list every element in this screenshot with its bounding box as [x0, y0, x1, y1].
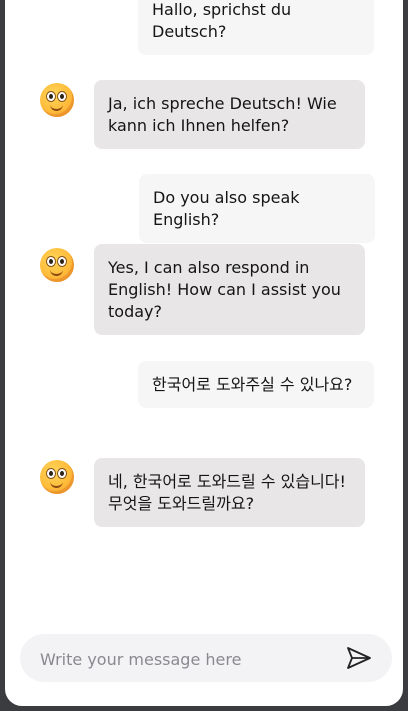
- avatar-mouth: [50, 103, 63, 111]
- message-composer: [20, 634, 392, 684]
- avatar-mouth: [50, 268, 63, 276]
- user-message: 한국어로 도와주실 수 있나요?: [138, 361, 374, 408]
- user-message: Do you also speak English?: [139, 174, 375, 243]
- smiley-face-icon: [40, 248, 74, 282]
- user-message: Hallo, sprichst du Deutsch?: [138, 0, 374, 55]
- paper-plane-icon[interactable]: [346, 646, 372, 670]
- avatar-eye: [47, 257, 55, 266]
- message-input[interactable]: [38, 634, 342, 684]
- assistant-message: Yes, I can also respond in English! How …: [94, 244, 365, 335]
- avatar-mouth: [50, 480, 63, 488]
- smiley-face-icon: [40, 83, 74, 117]
- avatar-eye: [58, 469, 66, 478]
- assistant-message: 네, 한국어로 도와드릴 수 있습니다! 무엇을 도와드릴까요?: [94, 458, 365, 527]
- smiley-face-icon: [40, 460, 74, 494]
- avatar-eye: [47, 92, 55, 101]
- assistant-message: Ja, ich spreche Deutsch! Wie kann ich Ih…: [94, 80, 365, 149]
- avatar-eye: [58, 92, 66, 101]
- phone-frame: Hallo, sprichst du Deutsch? Ja, ich spre…: [0, 0, 408, 711]
- avatar-eye: [58, 257, 66, 266]
- avatar-eye: [47, 469, 55, 478]
